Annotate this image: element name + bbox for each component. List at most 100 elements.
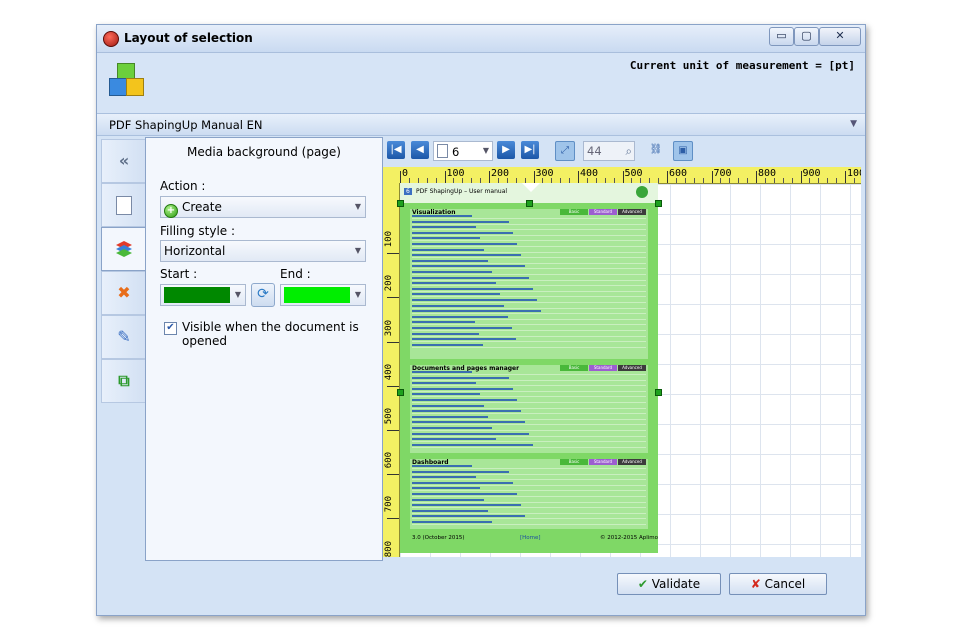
ruler-minor-tick (658, 178, 660, 183)
ruler-minor-tick (693, 178, 695, 183)
page-number-field[interactable]: 6 ▼ (433, 141, 493, 161)
resize-handle[interactable] (397, 200, 404, 207)
vertical-tab-strip: « ✖ ✎ ⧉ (101, 139, 146, 559)
document-name: PDF ShapingUp Manual EN (109, 118, 263, 132)
minimize-button[interactable]: ▭ (769, 27, 794, 46)
end-label: End : (280, 267, 311, 281)
collapse-tab[interactable]: « (101, 139, 146, 183)
start-color-picker[interactable]: ▼ (160, 284, 246, 306)
double-chevron-left-icon: « (118, 151, 130, 170)
fit-page-icon[interactable]: ⤢ (555, 141, 575, 161)
ruler-tick (387, 518, 399, 520)
ruler-label: 700 (384, 496, 394, 513)
layout-dialog: Layout of selection ▭ ▢ ✕ Current unit o… (96, 24, 866, 616)
layout-blocks-icon (109, 61, 147, 97)
action-value: Create (182, 200, 222, 214)
link-icon[interactable]: ⛓ (647, 141, 665, 159)
resize-handle[interactable] (655, 389, 662, 396)
action-select[interactable]: + Create ▼ (160, 196, 366, 218)
resize-handle[interactable] (526, 200, 533, 207)
filling-style-select[interactable]: Horizontal ▼ (160, 240, 366, 262)
ruler-label: 200 (491, 168, 510, 179)
ruler-tick (387, 297, 399, 299)
visible-checkbox[interactable]: ✔ (164, 322, 177, 335)
start-label: Start : (160, 267, 198, 281)
ruler-tick (800, 171, 802, 183)
cancel-button[interactable]: ✘ Cancel (729, 573, 827, 595)
ruler-tick (387, 385, 399, 387)
chevron-down-icon: ▼ (482, 146, 489, 155)
check-icon: ✔ (637, 577, 648, 591)
tab-page-layout[interactable] (101, 183, 146, 227)
ruler-label: 0 (402, 168, 409, 179)
horizontal-ruler: 0 100 200 300 400 500 600 700 800 900 1000 (383, 167, 861, 184)
maximize-button[interactable]: ▢ (794, 27, 819, 46)
validate-label: Validate (651, 577, 701, 591)
previous-page-icon[interactable]: ◀ (411, 141, 429, 159)
start-color-swatch (164, 287, 230, 303)
tab-stamp[interactable]: ✎ (101, 315, 146, 359)
ruler-minor-tick (702, 178, 704, 183)
unit-of-measurement: Current unit of measurement = [pt] (629, 59, 855, 72)
zoom-field[interactable]: 44 ⌕ (583, 141, 635, 161)
filling-style-value: Horizontal (164, 244, 226, 258)
selection-frame (397, 200, 662, 557)
ruler-label: 500 (384, 408, 394, 425)
visible-label: Visible when the document is opened (182, 320, 359, 348)
app-icon (103, 31, 119, 47)
viewer-toolbar: |◀ ◀ 6 ▼ ▶ ▶| ⤢ 44 ⌕ ⛓ ▣ (383, 137, 861, 165)
crop-x-icon: ✖ (117, 283, 131, 302)
page-number: 6 (452, 145, 460, 159)
page-doc-title: PDF ShapingUp – User manual (416, 188, 508, 195)
ruler-minor-tick (747, 178, 749, 183)
validate-button[interactable]: ✔ Validate (617, 573, 721, 595)
ruler-tick (578, 171, 579, 183)
swap-colors-button[interactable]: ⟳ (251, 283, 275, 307)
tab-resize[interactable]: ⧉ (101, 359, 146, 403)
ruler-tick (533, 171, 535, 183)
ruler-tick (400, 171, 401, 183)
ruler-label: 100 (446, 168, 465, 179)
tab-media-background[interactable] (101, 227, 146, 271)
resize-handle[interactable] (397, 389, 404, 396)
ruler-minor-tick (791, 178, 793, 183)
magnifier-icon: ⌕ (625, 144, 632, 158)
resize-handle[interactable] (655, 200, 662, 207)
ruler-label: 400 (384, 363, 394, 381)
ruler-tick (387, 253, 399, 255)
end-color-swatch (284, 287, 350, 303)
ruler-tick (387, 430, 399, 431)
end-color-picker[interactable]: ▼ (280, 284, 366, 306)
ruler-label: 800 (384, 540, 394, 557)
chevron-down-icon[interactable]: ▼ (850, 119, 857, 129)
document-selector[interactable]: PDF ShapingUp Manual EN ▼ (97, 113, 865, 136)
first-page-icon[interactable]: |◀ (387, 141, 405, 159)
page-viewer[interactable]: 0 100 200 300 400 500 600 700 800 900 1000 100 200 3… (383, 167, 861, 557)
ruler-label: 500 (624, 168, 643, 179)
tab-crop[interactable]: ✖ (101, 271, 146, 315)
cancel-label: Cancel (764, 577, 806, 591)
stamp-icon: ✎ (117, 327, 131, 346)
plus-icon: + (164, 204, 178, 218)
chevron-down-icon: ▼ (234, 290, 241, 299)
ruler-minor-tick (827, 178, 829, 183)
document-chart-icon (116, 196, 132, 215)
chevron-down-icon: ▼ (354, 246, 361, 255)
ruler-label: 700 (713, 168, 732, 179)
ruler-label: 200 (384, 275, 394, 292)
filling-style-label: Filling style : (160, 224, 236, 238)
title-bar[interactable]: Layout of selection ▭ ▢ ✕ (97, 25, 865, 53)
ruler-label: 100 (384, 231, 394, 248)
ruler-minor-tick (738, 178, 740, 183)
last-page-icon[interactable]: ▶| (521, 141, 539, 159)
frame-icon[interactable]: ▣ (673, 141, 693, 161)
next-page-icon[interactable]: ▶ (497, 141, 515, 159)
close-button[interactable]: ✕ (819, 27, 861, 46)
ruler-tick (711, 171, 713, 183)
vertical-ruler: 100 200 300 400 500 600 700 800 (383, 183, 400, 557)
chevron-down-icon: ▼ (354, 202, 361, 211)
page-top-marker (522, 183, 540, 192)
window-title: Layout of selection (124, 31, 253, 45)
settings-panel: Media background (page) Action : + Create… (145, 137, 383, 561)
ruler-tick (622, 171, 624, 183)
